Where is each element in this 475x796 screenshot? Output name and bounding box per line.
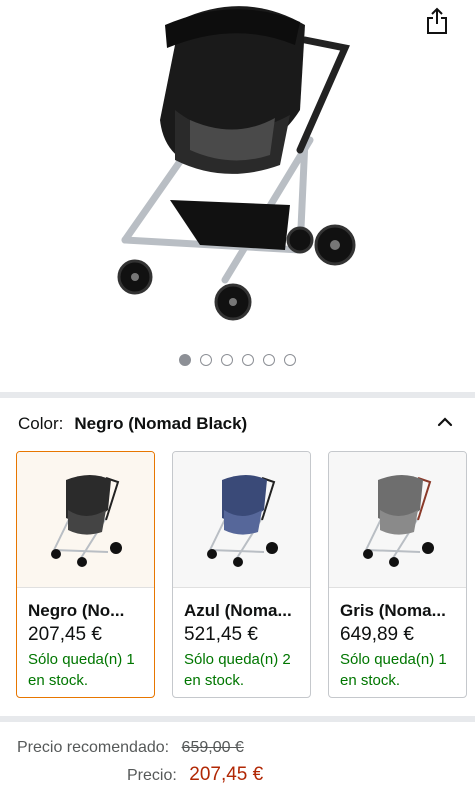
selected-color-value: Negro (Nomad Black) <box>74 414 248 433</box>
recommended-price-row: Precio recomendado: 659,00 € <box>17 739 244 757</box>
price-label: Precio: <box>127 767 177 784</box>
recommended-price-label: Precio recomendado: <box>17 739 170 756</box>
recommended-price-value: 659,00 € <box>181 739 244 756</box>
share-icon[interactable] <box>425 7 449 35</box>
carousel-dot[interactable] <box>221 354 233 366</box>
carousel-dot[interactable] <box>263 354 275 366</box>
variant-thumbnail <box>17 452 154 588</box>
variant-card-negro[interactable]: Negro (No... 207,45 € Sólo queda(n) 1 en… <box>16 451 155 698</box>
variant-stock: Sólo queda(n) 1 en stock. <box>340 651 447 689</box>
color-selector-header[interactable]: Color: Negro (Nomad Black) <box>18 411 458 437</box>
chevron-up-icon[interactable] <box>436 413 454 431</box>
variant-stock: Sólo queda(n) 2 en stock. <box>184 651 291 689</box>
color-variant-list: Negro (No... 207,45 € Sólo queda(n) 1 en… <box>16 451 467 698</box>
color-label: Color: <box>18 414 64 433</box>
variant-card-gris[interactable]: Gris (Noma... 649,89 € Sólo queda(n) 1 e… <box>328 451 467 698</box>
section-divider <box>0 392 475 398</box>
variant-name: Azul (Noma... <box>184 601 292 620</box>
stroller-thumbnail-icon <box>362 474 434 567</box>
product-image[interactable] <box>105 0 365 335</box>
price-value: 207,45 € <box>189 764 264 785</box>
variant-stock: Sólo queda(n) 1 en stock. <box>28 651 135 689</box>
stroller-thumbnail-icon <box>206 474 278 567</box>
carousel-dot[interactable] <box>200 354 212 366</box>
carousel-dot[interactable] <box>284 354 296 366</box>
carousel-dot[interactable] <box>242 354 254 366</box>
variant-name: Negro (No... <box>28 601 125 620</box>
variant-card-azul[interactable]: Azul (Noma... 521,45 € Sólo queda(n) 2 e… <box>172 451 311 698</box>
variant-thumbnail <box>329 452 466 588</box>
section-divider <box>0 716 475 722</box>
carousel-dots[interactable] <box>0 354 475 366</box>
variant-price: 207,45 € <box>28 624 102 645</box>
variant-thumbnail <box>173 452 310 588</box>
price-row: Precio: 207,45 € <box>127 764 263 786</box>
carousel-dot[interactable] <box>179 354 191 366</box>
variant-price: 649,89 € <box>340 624 414 645</box>
product-image-gallery[interactable] <box>0 0 475 392</box>
stroller-thumbnail-icon <box>50 474 122 567</box>
variant-name: Gris (Noma... <box>340 601 446 620</box>
variant-price: 521,45 € <box>184 624 258 645</box>
